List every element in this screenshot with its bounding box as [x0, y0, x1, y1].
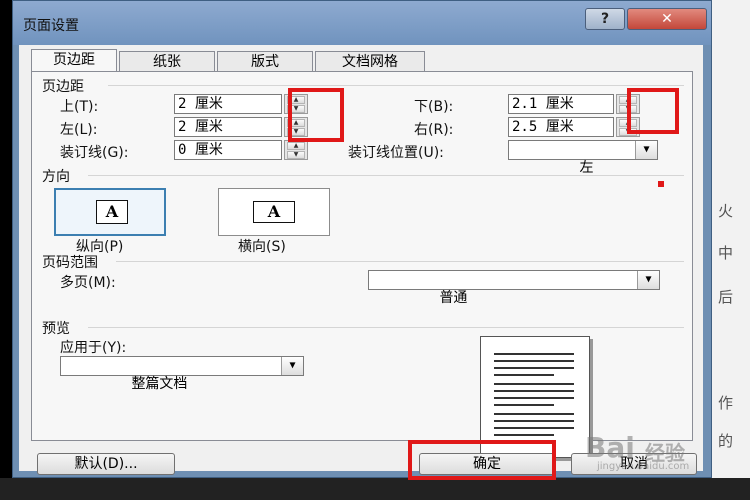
- preview-line: [494, 360, 574, 362]
- section-divider: [88, 175, 684, 176]
- watermark-brand: Bai: [585, 431, 635, 464]
- spin-down-icon[interactable]: ▼: [287, 128, 305, 136]
- right-margin-spinner[interactable]: ▲ ▼: [616, 117, 640, 137]
- preview-line: [494, 367, 574, 369]
- close-button[interactable]: ✕: [627, 8, 707, 30]
- apply-to-value: 整篇文档: [131, 376, 188, 392]
- tab-margins[interactable]: 页边距: [31, 49, 117, 73]
- right-margin-label: 右(R):: [414, 122, 454, 138]
- pages-section-label: 页码范围: [42, 255, 98, 271]
- gutter-input[interactable]: 0 厘米: [174, 140, 282, 160]
- left-margin-input[interactable]: 2 厘米: [174, 117, 282, 137]
- chevron-down-icon[interactable]: ▼: [637, 271, 659, 289]
- left-margin-spinner[interactable]: ▲ ▼: [284, 117, 308, 137]
- tab-layout[interactable]: 版式: [217, 51, 313, 71]
- preview-line: [494, 413, 574, 415]
- gutter-position-value: 左: [579, 160, 594, 176]
- dialog-client: 页边距 纸张 版式 文档网格 页边距 上(T): 2 厘米 ▲ ▼ 下(B): 2…: [19, 45, 703, 475]
- spin-up-icon[interactable]: ▲: [287, 96, 305, 104]
- section-divider: [116, 261, 684, 262]
- preview-line: [494, 397, 574, 399]
- bottom-margin-spinner[interactable]: ▲ ▼: [616, 94, 640, 114]
- preview-line: [494, 404, 554, 406]
- gutter-position-select[interactable]: 左 ▼: [508, 140, 658, 176]
- background-text: 后: [718, 288, 734, 306]
- gutter-spinner[interactable]: ▲ ▼: [284, 140, 308, 160]
- dialog-title: 页面设置: [23, 18, 79, 34]
- margins-panel: 页边距 上(T): 2 厘米 ▲ ▼ 下(B): 2.1 厘米 ▲ ▼ 左(L): …: [31, 71, 693, 458]
- title-bar[interactable]: 页面设置 ? ✕: [13, 1, 711, 45]
- spin-up-icon[interactable]: ▲: [619, 96, 637, 104]
- preview-section-label: 预览: [42, 321, 70, 337]
- preview-line: [494, 427, 574, 429]
- spin-up-icon[interactable]: ▲: [619, 119, 637, 127]
- multiple-pages-value: 普通: [439, 290, 468, 306]
- portrait-page-icon: A: [96, 200, 128, 224]
- section-divider: [108, 85, 684, 86]
- landscape-option[interactable]: A: [218, 188, 330, 236]
- preview-page: [480, 336, 590, 458]
- portrait-option[interactable]: A: [54, 188, 166, 236]
- multiple-pages-select[interactable]: 普通 ▼: [368, 270, 660, 306]
- background-bottom: [0, 478, 750, 500]
- watermark-url: jingyan.baidu.com: [597, 461, 690, 472]
- marker-dot: [658, 181, 664, 187]
- background-text: 中: [718, 244, 734, 262]
- spin-down-icon[interactable]: ▼: [287, 151, 305, 159]
- top-margin-spinner[interactable]: ▲ ▼: [284, 94, 308, 114]
- spin-down-icon[interactable]: ▼: [619, 105, 637, 113]
- page-setup-dialog: 页面设置 ? ✕ 页边距 纸张 版式 文档网格 页边距 上(T): 2 厘米 ▲…: [12, 0, 712, 478]
- landscape-page-icon: A: [253, 201, 295, 223]
- section-divider: [88, 327, 684, 328]
- preview-line: [494, 420, 574, 422]
- chevron-down-icon[interactable]: ▼: [281, 357, 303, 375]
- bottom-margin-label: 下(B):: [414, 99, 454, 115]
- right-margin-input[interactable]: 2.5 厘米: [508, 117, 614, 137]
- gutter-label: 装订线(G):: [60, 145, 129, 161]
- apply-to-label: 应用于(Y):: [60, 340, 127, 356]
- apply-to-select[interactable]: 整篇文档 ▼: [60, 356, 304, 392]
- spin-up-icon[interactable]: ▲: [287, 142, 305, 150]
- help-button[interactable]: ?: [585, 8, 625, 30]
- bottom-margin-input[interactable]: 2.1 厘米: [508, 94, 614, 114]
- spin-up-icon[interactable]: ▲: [287, 119, 305, 127]
- gutter-position-label: 装订线位置(U):: [348, 145, 444, 161]
- orientation-section-label: 方向: [42, 169, 70, 185]
- tab-paper[interactable]: 纸张: [119, 51, 215, 71]
- spin-down-icon[interactable]: ▼: [619, 128, 637, 136]
- landscape-label: 横向(S): [238, 239, 286, 255]
- background-text: 的: [718, 432, 734, 450]
- chevron-down-icon[interactable]: ▼: [635, 141, 657, 159]
- multiple-pages-label: 多页(M):: [60, 275, 116, 291]
- preview-line: [494, 383, 574, 385]
- default-button[interactable]: 默认(D)...: [37, 453, 175, 475]
- preview-line: [494, 390, 574, 392]
- ok-button[interactable]: 确定: [419, 453, 555, 475]
- preview-line: [494, 374, 554, 376]
- background-text: 作: [718, 394, 734, 412]
- top-margin-label: 上(T):: [60, 99, 99, 115]
- spin-down-icon[interactable]: ▼: [287, 105, 305, 113]
- margins-section-label: 页边距: [42, 79, 84, 95]
- preview-line: [494, 353, 574, 355]
- background-text: 火: [718, 202, 734, 220]
- tab-document-grid[interactable]: 文档网格: [315, 51, 425, 71]
- preview-line: [494, 434, 554, 436]
- top-margin-input[interactable]: 2 厘米: [174, 94, 282, 114]
- left-margin-label: 左(L):: [60, 122, 98, 138]
- background-document: 火 中 后 作 的: [712, 0, 750, 500]
